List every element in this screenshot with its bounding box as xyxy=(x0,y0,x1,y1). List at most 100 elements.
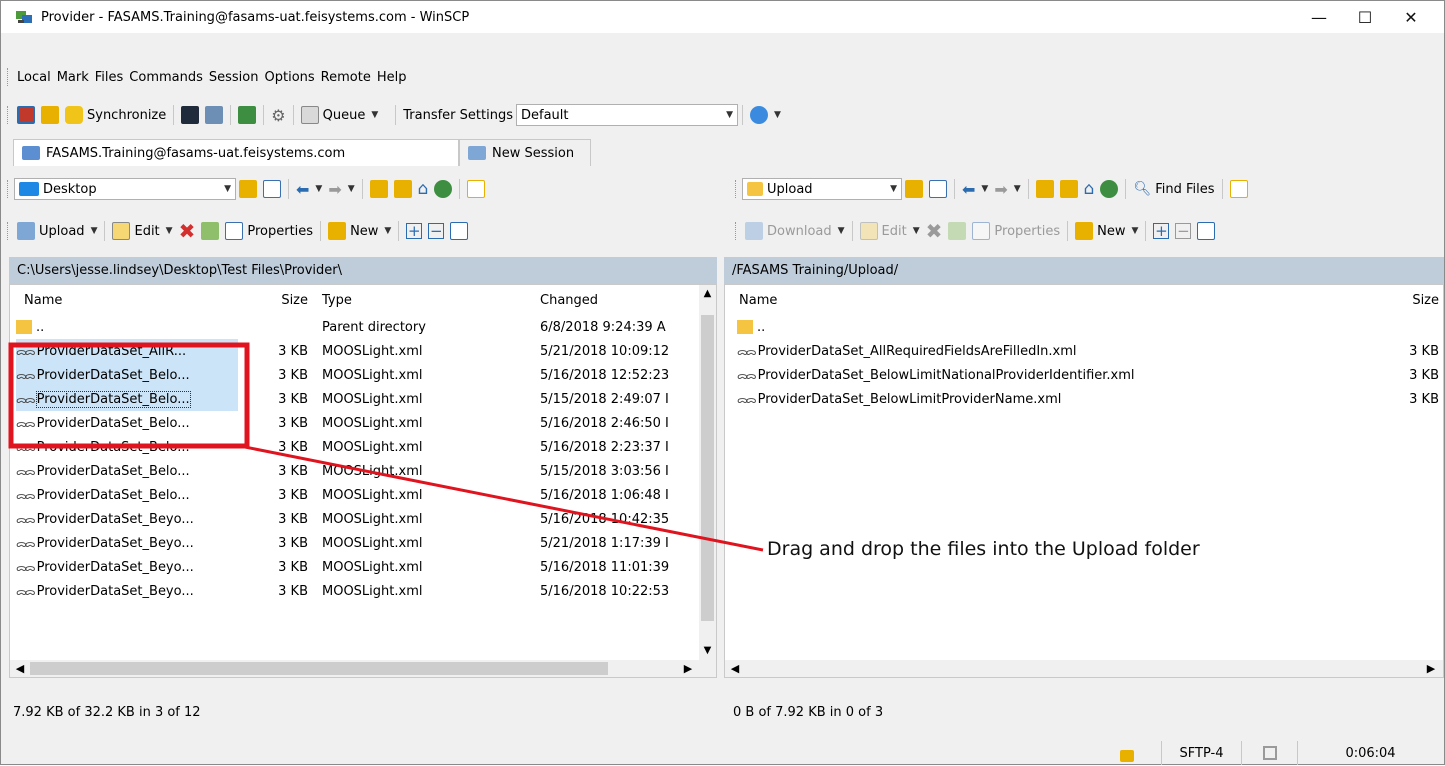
table-row[interactable]: ᯅᯅ ProviderDataSet_Belo... 3 KB MOOSLight.x… xyxy=(10,387,701,411)
local-hscroll-thumb[interactable] xyxy=(30,662,608,675)
menu-session[interactable]: Session xyxy=(206,70,262,85)
queue-button[interactable]: Queue ▼ xyxy=(298,103,382,127)
scroll-right-icon[interactable]: ▶ xyxy=(1423,660,1439,677)
table-row[interactable]: ᯅᯅ ProviderDataSet_Belo... 3 KB MOOSLight.x… xyxy=(10,435,701,459)
menu-options[interactable]: Options xyxy=(262,70,318,85)
putty-button[interactable] xyxy=(202,103,226,127)
local-delete-button[interactable]: ✖ xyxy=(176,219,199,243)
synchronize-browsing-button[interactable] xyxy=(38,103,62,127)
table-row[interactable]: ᯅᯅ ProviderDataSet_Beyo... 3 KB MOOSLight.x… xyxy=(10,555,701,579)
remote-column-header-name[interactable]: Name xyxy=(739,285,777,315)
upload-button[interactable]: Upload ▼ xyxy=(14,219,100,243)
remote-delete-button[interactable]: ✖ xyxy=(923,219,946,243)
remote-open-folder-button[interactable] xyxy=(902,177,926,201)
parent-directory-row[interactable]: .. xyxy=(725,315,1443,339)
menu-commands[interactable]: Commands xyxy=(126,70,206,85)
local-rename-button[interactable] xyxy=(198,219,222,243)
local-file-panel[interactable]: Name Size Type Changed .. Parent director… xyxy=(9,284,717,678)
download-button[interactable]: Download ▼ xyxy=(742,219,848,243)
remote-tree-button[interactable] xyxy=(1227,177,1251,201)
find-files-button[interactable]: 🔍︎ Find Files xyxy=(1130,177,1217,201)
remote-rename-button[interactable] xyxy=(945,219,969,243)
local-root-dir-button[interactable] xyxy=(391,177,415,201)
scroll-right-icon[interactable]: ▶ xyxy=(680,660,696,677)
remote-edit-button[interactable]: Edit ▼ xyxy=(857,219,923,243)
remote-edit-label: Edit xyxy=(881,223,907,239)
file-changed-cell: 5/16/2018 10:22:53 xyxy=(540,583,670,599)
column-header-type[interactable]: Type xyxy=(322,285,352,315)
maximize-button[interactable]: ☐ xyxy=(1342,1,1388,33)
remote-column-header-size[interactable]: Size xyxy=(1365,285,1439,315)
local-home-button[interactable]: ⌂ xyxy=(415,177,432,201)
refresh-session-button[interactable] xyxy=(235,103,259,127)
remote-filter-button[interactable] xyxy=(926,177,950,201)
local-scroll-thumb[interactable] xyxy=(701,315,714,621)
local-open-folder-button[interactable] xyxy=(236,177,260,201)
remote-refresh-button[interactable] xyxy=(1097,177,1121,201)
local-new-button[interactable]: New ▼ xyxy=(325,219,394,243)
local-select-all-button[interactable]: + xyxy=(403,219,425,243)
tab-new-session[interactable]: New Session xyxy=(459,139,591,166)
menu-local[interactable]: Local xyxy=(14,70,54,85)
table-row[interactable]: ᯅᯅ ProviderDataSet_Belo... 3 KB MOOSLight.x… xyxy=(10,411,701,435)
local-parent-dir-button[interactable] xyxy=(367,177,391,201)
preferences-button[interactable]: ⚙ xyxy=(268,103,288,127)
column-header-size[interactable]: Size xyxy=(230,285,308,315)
menu-files[interactable]: Files xyxy=(92,70,127,85)
local-back-button[interactable]: ⬅ ▼ xyxy=(293,177,325,201)
local-properties-button[interactable]: Properties xyxy=(222,219,316,243)
tab-session[interactable]: FASAMS.Training@fasams-uat.feisystems.co… xyxy=(13,139,459,166)
table-row[interactable]: ᯅᯅ ProviderDataSet_Belo... 3 KB MOOSLight.x… xyxy=(10,363,701,387)
table-row[interactable]: ᯅᯅ ProviderDataSet_AllRequiredFieldsAreFi… xyxy=(725,339,1443,363)
local-unselect-all-button[interactable]: − xyxy=(425,219,447,243)
local-filter-button[interactable] xyxy=(260,177,284,201)
minimize-button[interactable]: — xyxy=(1296,1,1342,33)
table-row[interactable]: ᯅᯅ ProviderDataSet_Beyo... 3 KB MOOSLight.x… xyxy=(10,579,701,603)
new-folder-icon xyxy=(1075,222,1094,240)
table-row[interactable]: ᯅᯅ ProviderDataSet_Belo... 3 KB MOOSLight.x… xyxy=(10,459,701,483)
remote-forward-button[interactable]: ➡ ▼ xyxy=(991,177,1023,201)
compare-directories-button[interactable] xyxy=(14,103,38,127)
remote-location-select[interactable]: Upload ▼ xyxy=(742,178,902,200)
synchronize-button[interactable]: Synchronize xyxy=(62,103,169,127)
parent-directory-row[interactable]: .. Parent directory 6/8/2018 9:24:39 A xyxy=(10,315,701,339)
remote-parent-dir-button[interactable] xyxy=(1033,177,1057,201)
scroll-left-icon[interactable]: ◀ xyxy=(727,660,743,677)
local-refresh-button[interactable] xyxy=(431,177,455,201)
remote-root-dir-button[interactable] xyxy=(1057,177,1081,201)
scroll-down-icon[interactable]: ▼ xyxy=(699,642,716,660)
local-edit-button[interactable]: Edit ▼ xyxy=(109,219,175,243)
menu-mark[interactable]: Mark xyxy=(54,70,92,85)
table-row[interactable]: ᯅᯅ ProviderDataSet_Beyo... 3 KB MOOSLight.x… xyxy=(10,531,701,555)
table-row[interactable]: ᯅᯅ ProviderDataSet_Beyo... 3 KB MOOSLight.x… xyxy=(10,507,701,531)
transfer-settings-select[interactable]: Default ▼ xyxy=(515,104,738,126)
close-button[interactable]: ✕ xyxy=(1388,1,1434,33)
remote-unselect-all-button[interactable]: − xyxy=(1172,219,1194,243)
table-row[interactable]: ᯅᯅ ProviderDataSet_Belo... 3 KB MOOSLight.x… xyxy=(10,483,701,507)
local-forward-button[interactable]: ➡ ▼ xyxy=(325,177,357,201)
remote-back-button[interactable]: ⬅ ▼ xyxy=(959,177,991,201)
menu-remote[interactable]: Remote xyxy=(318,70,374,85)
scroll-up-icon[interactable]: ▲ xyxy=(699,285,716,303)
remote-home-button[interactable]: ⌂ xyxy=(1081,177,1098,201)
remote-filter-select-button[interactable] xyxy=(1194,219,1218,243)
local-vertical-scrollbar[interactable]: ▲ ▼ xyxy=(699,285,716,677)
local-filter-select-button[interactable] xyxy=(447,219,471,243)
local-tree-button[interactable] xyxy=(464,177,488,201)
table-row[interactable]: ᯅᯅ ProviderDataSet_BelowLimitProviderName… xyxy=(725,387,1443,411)
table-row[interactable]: ᯅᯅ ProviderDataSet_AllR... 3 KB MOOSLight.x… xyxy=(10,339,701,363)
remote-file-panel[interactable]: Name Size .. ᯅᯅ ProviderDataSet_AllRequire… xyxy=(724,284,1444,678)
menu-help[interactable]: Help xyxy=(374,70,410,85)
local-location-select[interactable]: Desktop ▼ xyxy=(14,178,236,200)
transfer-presets-button[interactable]: ▼ xyxy=(747,103,784,127)
table-row[interactable]: ᯅᯅ ProviderDataSet_BelowLimitNationalProv… xyxy=(725,363,1443,387)
local-horizontal-scrollbar[interactable]: ◀ ▶ xyxy=(10,660,701,677)
column-header-name[interactable]: Name xyxy=(24,285,62,315)
console-button[interactable] xyxy=(178,103,202,127)
column-header-changed[interactable]: Changed xyxy=(540,285,598,315)
remote-select-all-button[interactable]: + xyxy=(1150,219,1172,243)
remote-new-button[interactable]: New ▼ xyxy=(1072,219,1141,243)
remote-properties-button[interactable]: Properties xyxy=(969,219,1063,243)
scroll-left-icon[interactable]: ◀ xyxy=(12,660,28,677)
remote-horizontal-scrollbar[interactable]: ◀ ▶ xyxy=(725,660,1443,677)
